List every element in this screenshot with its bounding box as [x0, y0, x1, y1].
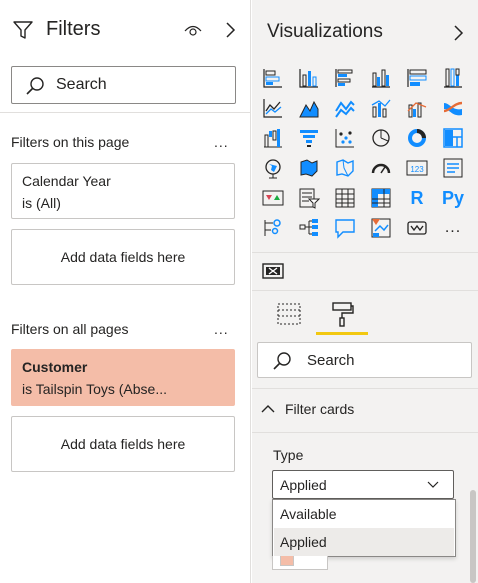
collapse-filters-chevron-icon[interactable]	[224, 21, 236, 39]
scrollbar[interactable]	[470, 490, 476, 583]
r-visual-icon[interactable]: R	[404, 185, 430, 211]
visualizations-pane: Visualizations 123 R Py ... Search Filte…	[252, 0, 478, 583]
more-visuals-icon[interactable]: ...	[440, 215, 466, 241]
collapse-visualizations-chevron-icon[interactable]	[452, 24, 464, 42]
type-option-available[interactable]: Available	[274, 500, 454, 528]
type-option-applied[interactable]: Applied	[274, 528, 454, 556]
chevron-up-icon	[261, 405, 275, 413]
type-dropdown[interactable]: Applied	[272, 470, 454, 499]
filters-on-all-pages-label: Filters on all pages	[11, 321, 129, 337]
area-chart-icon[interactable]	[296, 95, 322, 121]
color-swatch	[280, 556, 294, 566]
format-paint-roller-icon[interactable]	[328, 300, 356, 328]
stacked-column-icon[interactable]	[296, 65, 322, 91]
slicer-icon[interactable]	[296, 185, 322, 211]
filled-map-icon[interactable]	[296, 155, 322, 181]
stacked-bar-icon[interactable]	[260, 65, 286, 91]
scatter-icon[interactable]	[332, 125, 358, 151]
active-tab-underline	[316, 332, 368, 335]
filters-header: Filters	[12, 16, 244, 46]
clustered-bar-icon[interactable]	[332, 65, 358, 91]
type-dropdown-value: Applied	[280, 477, 327, 493]
paginated-report-icon[interactable]	[404, 215, 430, 241]
divider	[0, 112, 251, 113]
power-bi-panes: Filters Search Filters on this page ... …	[0, 0, 478, 583]
type-dropdown-list: Available Applied	[272, 499, 456, 557]
visualizations-search-input[interactable]: Search	[257, 342, 472, 378]
filter-card-field: Customer	[22, 359, 88, 375]
search-placeholder: Search	[307, 352, 355, 369]
search-icon	[273, 352, 291, 370]
fields-tab-icon[interactable]	[276, 302, 302, 326]
add-data-fields-page-dropzone[interactable]: Add data fields here	[11, 229, 235, 285]
divider	[252, 252, 478, 253]
r-visual-label: R	[410, 187, 424, 208]
add-data-fields-all-pages-dropzone[interactable]: Add data fields here	[11, 416, 235, 472]
svg-text:123: 123	[410, 165, 424, 174]
python-visual-icon[interactable]: Py	[440, 185, 466, 211]
background-color-picker[interactable]	[272, 556, 328, 570]
eye-icon[interactable]	[184, 23, 202, 37]
narrative-icon[interactable]	[368, 215, 394, 241]
shape-map-icon[interactable]	[332, 155, 358, 181]
search-icon	[26, 77, 44, 95]
matrix-icon[interactable]	[368, 185, 394, 211]
divider	[252, 388, 478, 389]
divider	[252, 290, 478, 291]
more-options-icon[interactable]: ...	[214, 134, 229, 150]
filters-pane: Filters Search Filters on this page ... …	[0, 0, 251, 583]
funnel-icon	[13, 21, 33, 39]
chevron-down-icon	[427, 481, 439, 488]
100-stacked-bar-icon[interactable]	[404, 65, 430, 91]
filters-search-input[interactable]: Search	[11, 66, 236, 104]
ribbon-chart-icon[interactable]	[440, 95, 466, 121]
donut-chart-icon[interactable]	[404, 125, 430, 151]
filters-title: Filters	[46, 18, 101, 40]
table-icon[interactable]	[332, 185, 358, 211]
filters-on-this-page-label: Filters on this page	[11, 134, 130, 150]
python-visual-label: Py	[441, 187, 465, 208]
funnel-icon[interactable]	[296, 125, 322, 151]
line-clustered-column-icon[interactable]	[404, 95, 430, 121]
search-placeholder: Search	[56, 76, 107, 93]
more-options-icon[interactable]: ...	[214, 321, 229, 337]
stacked-area-icon[interactable]	[332, 95, 358, 121]
treemap-icon[interactable]	[440, 125, 466, 151]
100-stacked-column-icon[interactable]	[440, 65, 466, 91]
pie-chart-icon[interactable]	[368, 125, 394, 151]
type-label: Type	[273, 447, 304, 463]
multi-row-card-icon[interactable]	[440, 155, 466, 181]
custom-visual-icon[interactable]	[262, 263, 284, 279]
visualizations-title: Visualizations	[267, 21, 383, 42]
map-icon[interactable]	[260, 155, 286, 181]
kpi-icon[interactable]	[260, 185, 286, 211]
more-visuals-label: ...	[444, 219, 462, 236]
waterfall-icon[interactable]	[260, 125, 286, 151]
filter-card-calendar-year[interactable]: Calendar Year is (All)	[11, 163, 235, 219]
key-influencers-icon[interactable]	[260, 215, 286, 241]
line-chart-icon[interactable]	[260, 95, 286, 121]
card-icon[interactable]: 123	[404, 155, 430, 181]
decomposition-tree-icon[interactable]	[296, 215, 322, 241]
divider	[252, 432, 478, 433]
qa-icon[interactable]	[332, 215, 358, 241]
filter-card-condition: is (All)	[22, 195, 61, 211]
clustered-column-icon[interactable]	[368, 65, 394, 91]
gauge-icon[interactable]	[368, 155, 394, 181]
filter-card-field: Calendar Year	[22, 173, 111, 189]
line-column-icon[interactable]	[368, 95, 394, 121]
filter-card-condition: is Tailspin Toys (Abse...	[22, 381, 167, 397]
filter-cards-title: Filter cards	[285, 401, 355, 417]
filter-card-customer[interactable]: Customer is Tailspin Toys (Abse...	[11, 349, 235, 406]
